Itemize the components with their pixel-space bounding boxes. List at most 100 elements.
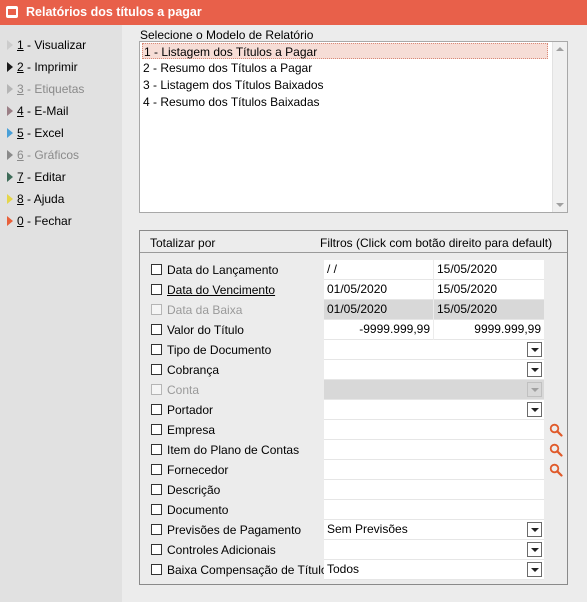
chevron-down-icon[interactable] xyxy=(527,542,542,557)
menu-item-fechar[interactable]: 0 - Fechar xyxy=(7,212,72,230)
filter-label: Controles Adicionais xyxy=(167,543,276,557)
totalize-checkbox[interactable] xyxy=(151,364,162,375)
model-selector-label: Selecione o Modelo de Relatório xyxy=(140,28,314,42)
filter-label: Data do Vencimento xyxy=(167,283,276,297)
filter-row-previsoes-de-pagamento: Previsões de Pagamento Sem Previsões xyxy=(140,520,567,540)
data-da-baixa-from-field: 01/05/2020 xyxy=(324,300,433,320)
totalize-checkbox[interactable] xyxy=(151,424,162,435)
totalize-checkbox[interactable] xyxy=(151,324,162,335)
filters-header: Filtros (Click com botão direito para de… xyxy=(320,236,553,250)
data-do-lancamento-to-field[interactable]: 15/05/2020 xyxy=(434,260,544,280)
menu-shortcut-key: 1 xyxy=(17,38,24,52)
conta-field xyxy=(324,380,544,400)
arrow-right-icon xyxy=(7,149,13,160)
totalize-checkbox[interactable] xyxy=(151,524,162,535)
totalize-checkbox[interactable] xyxy=(151,484,162,495)
search-icon[interactable] xyxy=(549,463,563,477)
filter-row-data-da-baixa: Data da Baixa 01/05/2020 15/05/2020 xyxy=(140,300,567,320)
totalize-checkbox[interactable] xyxy=(151,464,162,475)
totalize-checkbox[interactable] xyxy=(151,404,162,415)
menu-shortcut-key: 4 xyxy=(17,104,24,118)
filter-row-item-do-plano-de-contas: Item do Plano de Contas xyxy=(140,440,567,460)
filter-label: Data do Lançamento xyxy=(167,263,279,277)
totalize-header: Totalizar por xyxy=(150,236,216,250)
window-title: Relatórios dos títulos a pagar xyxy=(26,5,202,19)
totalize-checkbox[interactable] xyxy=(151,344,162,355)
menu-item-imprimir[interactable]: 2 - Imprimir xyxy=(7,58,78,76)
chevron-down-icon[interactable] xyxy=(527,402,542,417)
previsoes-de-pagamento-field[interactable]: Sem Previsões xyxy=(324,520,544,540)
menu-item-etiquetas: 3 - Etiquetas xyxy=(7,80,84,98)
menu-item-label: - Gráficos xyxy=(23,148,80,162)
menu-item-ajuda[interactable]: 8 - Ajuda xyxy=(7,190,64,208)
filter-row-controles-adicionais: Controles Adicionais xyxy=(140,540,567,560)
totalize-checkbox[interactable] xyxy=(151,504,162,515)
list-item[interactable]: 4 - Resumo dos Títulos Baixadas xyxy=(142,94,320,110)
item-do-plano-de-contas-field[interactable] xyxy=(324,440,544,460)
portador-field[interactable] xyxy=(324,400,544,420)
data-do-vencimento-from-field[interactable]: 01/05/2020 xyxy=(324,280,433,300)
chevron-down-icon[interactable] xyxy=(527,342,542,357)
arrow-right-icon xyxy=(7,39,13,50)
totalize-checkbox xyxy=(151,384,162,395)
valor-do-titulo-to-field[interactable]: 9999.999,99 xyxy=(434,320,544,340)
controles-adicionais-field[interactable] xyxy=(324,540,544,560)
filter-label: Tipo de Documento xyxy=(167,343,272,357)
search-icon[interactable] xyxy=(549,443,563,457)
filter-row-data-do-lancamento: Data do Lançamento / /15/05/2020 xyxy=(140,260,567,280)
menu-item-email[interactable]: 4 - E-Mail xyxy=(7,102,68,120)
list-scrollbar[interactable] xyxy=(552,42,567,212)
menu-item-label: - Imprimir xyxy=(23,60,78,74)
menu-item-editar[interactable]: 7 - Editar xyxy=(7,168,66,186)
baixa-compensacao-de-titulo-field[interactable]: Todos xyxy=(324,560,544,580)
filter-label: Empresa xyxy=(167,423,216,437)
menu-item-label: - Editar xyxy=(23,170,66,184)
search-icon[interactable] xyxy=(549,423,563,437)
arrow-right-icon xyxy=(7,61,13,72)
menu-shortcut-key: 2 xyxy=(17,60,24,74)
totalize-checkbox[interactable] xyxy=(151,564,162,575)
list-item[interactable]: 1 - Listagem dos Títulos a Pagar xyxy=(142,43,548,59)
chevron-down-icon xyxy=(527,382,542,397)
menu-item-label: - Ajuda xyxy=(23,192,65,206)
data-da-baixa-to-field: 15/05/2020 xyxy=(434,300,544,320)
descricao-field[interactable] xyxy=(324,480,544,500)
filter-label: Documento xyxy=(167,503,229,517)
filter-row-data-do-vencimento: Data do Vencimento 01/05/2020 15/05/2020 xyxy=(140,280,567,300)
menu-item-visualizar[interactable]: 1 - Visualizar xyxy=(7,36,86,54)
filter-row-empresa: Empresa xyxy=(140,420,567,440)
fornecedor-field[interactable] xyxy=(324,460,544,480)
arrow-right-icon xyxy=(7,171,13,182)
filter-row-cobranca: Cobrança xyxy=(140,360,567,380)
filter-label: Previsões de Pagamento xyxy=(167,523,302,537)
totalize-checkbox[interactable] xyxy=(151,444,162,455)
chevron-down-icon[interactable] xyxy=(527,522,542,537)
chevron-down-icon[interactable] xyxy=(527,362,542,377)
scroll-down-icon[interactable] xyxy=(556,203,564,207)
totalize-checkbox[interactable] xyxy=(151,284,162,295)
empresa-field[interactable] xyxy=(324,420,544,440)
data-do-vencimento-to-field[interactable]: 15/05/2020 xyxy=(434,280,544,300)
valor-do-titulo-from-field[interactable]: -9999.999,99 xyxy=(324,320,433,340)
arrow-right-icon xyxy=(7,127,13,138)
title-bar: Relatórios dos títulos a pagar xyxy=(0,0,587,25)
totalize-checkbox[interactable] xyxy=(151,544,162,555)
list-item[interactable]: 3 - Listagem dos Títulos Baixados xyxy=(142,77,324,93)
filter-row-tipo-de-documento: Tipo de Documento xyxy=(140,340,567,360)
filter-label: Data da Baixa xyxy=(167,303,243,317)
list-item[interactable]: 2 - Resumo dos Títulos a Pagar xyxy=(142,60,312,76)
scroll-up-icon[interactable] xyxy=(556,47,564,51)
cobranca-field[interactable] xyxy=(324,360,544,380)
menu-item-excel[interactable]: 5 - Excel xyxy=(7,124,64,142)
menu-item-gráficos: 6 - Gráficos xyxy=(7,146,79,164)
filter-label: Baixa Compensação de Título xyxy=(167,563,328,577)
totalize-checkbox xyxy=(151,304,162,315)
report-model-list[interactable]: 1 - Listagem dos Títulos a Pagar 2 - Resu… xyxy=(139,41,568,213)
chevron-down-icon[interactable] xyxy=(527,562,542,577)
filter-row-conta: Conta xyxy=(140,380,567,400)
data-do-lancamento-from-field[interactable]: / / xyxy=(324,260,433,280)
totalize-checkbox[interactable] xyxy=(151,264,162,275)
tipo-de-documento-field[interactable] xyxy=(324,340,544,360)
documento-field[interactable] xyxy=(324,500,544,520)
arrow-right-icon xyxy=(7,83,13,94)
